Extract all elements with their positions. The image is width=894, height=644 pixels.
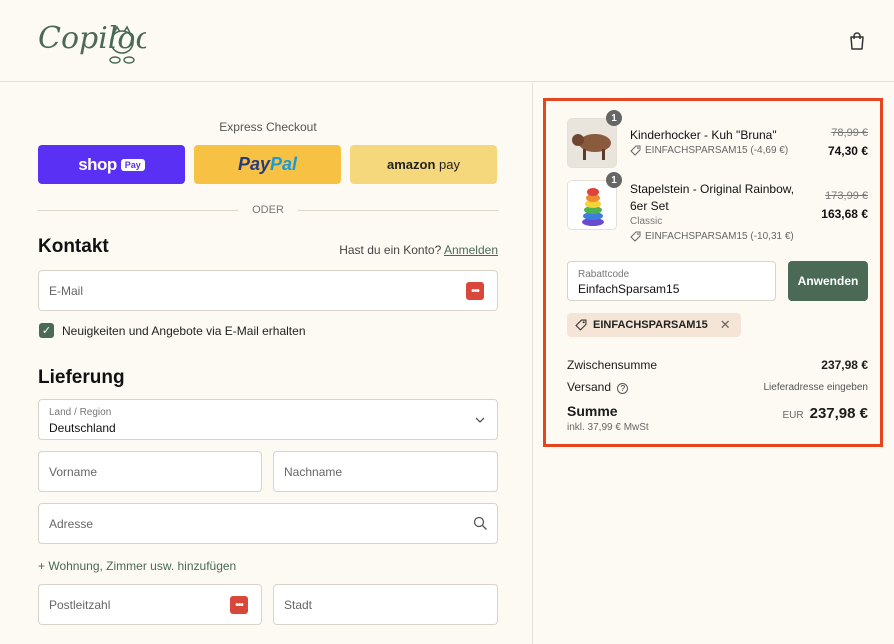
checkout-form: Express Checkout shop Pay PayPal amazon … bbox=[0, 83, 532, 644]
paypal-button[interactable]: PayPal bbox=[194, 145, 341, 184]
delivery-heading: Lieferung bbox=[38, 367, 125, 388]
address-field[interactable]: Adresse bbox=[38, 503, 498, 544]
country-value: Deutschland bbox=[49, 421, 116, 435]
amazon-pay-label: amazon pay bbox=[387, 157, 460, 172]
shop-pay-label: shop bbox=[78, 154, 117, 174]
lastname-field[interactable]: Nachname bbox=[273, 451, 498, 492]
shop-pay-badge: Pay bbox=[120, 158, 145, 171]
shopping-bag-icon[interactable] bbox=[848, 31, 866, 51]
amazon-pay-button[interactable]: amazon pay bbox=[350, 145, 497, 184]
newsletter-label: Neuigkeiten und Angebote via E-Mail erha… bbox=[62, 324, 306, 338]
paypal-label: PayPal bbox=[237, 154, 298, 174]
zip-placeholder: Postleitzahl bbox=[49, 598, 111, 612]
search-icon bbox=[473, 516, 487, 530]
country-label: Land / Region bbox=[49, 407, 112, 418]
email-field[interactable]: E-Mail ••• bbox=[38, 270, 498, 311]
email-placeholder: E-Mail bbox=[49, 284, 84, 298]
city-placeholder: Stadt bbox=[284, 598, 313, 612]
password-manager-icon[interactable]: ••• bbox=[230, 596, 248, 614]
password-manager-icon[interactable]: ••• bbox=[466, 282, 484, 300]
city-field[interactable]: Stadt bbox=[273, 584, 498, 625]
login-link[interactable]: Anmelden bbox=[444, 243, 498, 257]
or-divider: ODER bbox=[38, 204, 498, 216]
newsletter-checkbox[interactable]: ✓ bbox=[39, 323, 54, 338]
zip-field[interactable]: Postleitzahl ••• bbox=[38, 584, 262, 625]
add-apartment-link[interactable]: + Wohnung, Zimmer usw. hinzufügen bbox=[38, 559, 236, 573]
shop-pay-button[interactable]: shop Pay bbox=[38, 145, 185, 184]
express-checkout-title: Express Checkout bbox=[219, 120, 317, 134]
contact-heading: Kontakt bbox=[38, 236, 109, 257]
order-summary-highlight bbox=[543, 98, 883, 447]
firstname-placeholder: Vorname bbox=[49, 465, 98, 479]
or-divider-text: ODER bbox=[252, 204, 284, 216]
copiloo-logo[interactable]: Copiloo bbox=[38, 14, 146, 68]
country-select[interactable]: Land / Region Deutschland bbox=[38, 399, 498, 440]
header: Copiloo bbox=[0, 0, 894, 82]
account-prompt: Hast du ein Konto? Anmelden bbox=[339, 243, 498, 257]
firstname-field[interactable]: Vorname bbox=[38, 451, 262, 492]
lastname-placeholder: Nachname bbox=[284, 465, 343, 479]
chevron-down-icon bbox=[475, 417, 485, 423]
address-placeholder: Adresse bbox=[49, 517, 94, 531]
